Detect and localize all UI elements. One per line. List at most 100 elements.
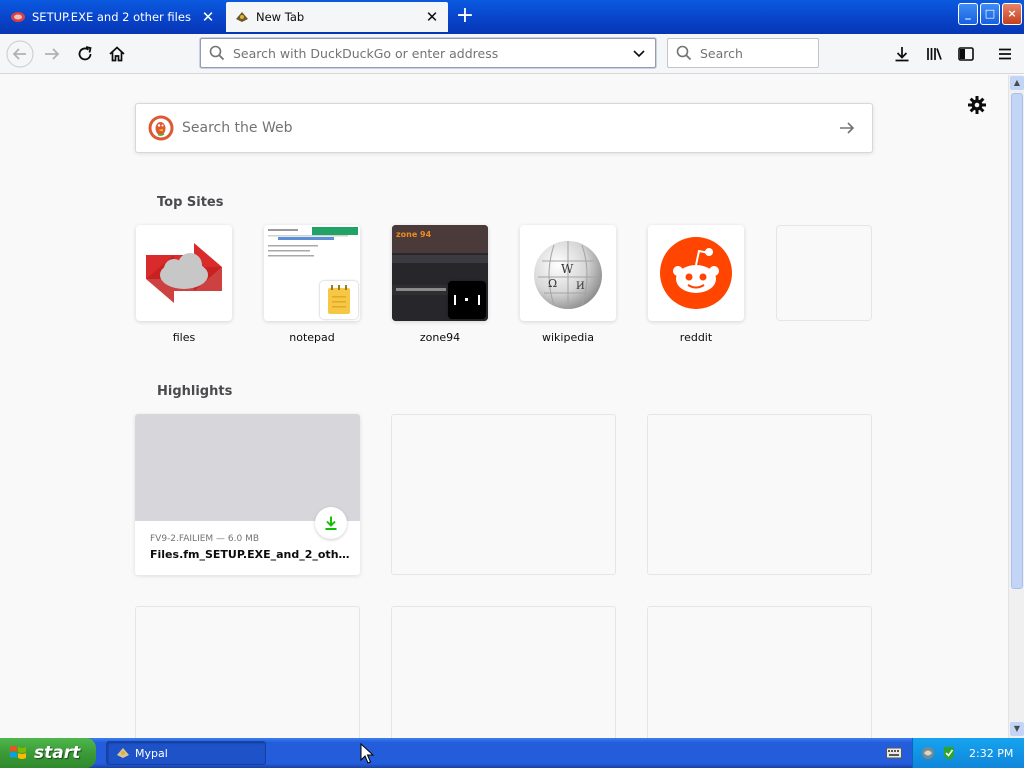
start-label: start xyxy=(34,743,81,763)
zone94-icon xyxy=(448,281,486,319)
site-thumbnail xyxy=(264,225,360,321)
close-tab-icon[interactable]: ✕ xyxy=(200,9,216,25)
new-tab-button[interactable]: + xyxy=(452,4,478,30)
site-thumbnail: W Ω И xyxy=(520,225,616,321)
empty-highlight-card xyxy=(647,606,872,738)
sidebar-icon xyxy=(958,47,974,61)
nav-toolbar xyxy=(0,34,1024,74)
highlights-heading: Highlights xyxy=(157,384,233,399)
files-fm-logo-icon xyxy=(146,243,222,303)
top-sites-heading: Top Sites xyxy=(157,195,224,210)
top-site-tile[interactable]: files xyxy=(136,225,232,344)
title-bar: SETUP.EXE and 2 other files | Files.fm ✕… xyxy=(0,0,1024,34)
start-button[interactable]: start xyxy=(0,738,96,768)
arrow-right-icon xyxy=(840,122,855,134)
home-icon xyxy=(109,46,125,62)
menu-button[interactable] xyxy=(991,40,1019,68)
clock[interactable]: 2:32 PM xyxy=(969,747,1013,760)
close-window-button[interactable]: × xyxy=(1002,3,1022,25)
back-button[interactable] xyxy=(6,40,34,68)
hamburger-menu-icon xyxy=(999,48,1011,60)
tab-title: New Tab xyxy=(256,10,305,24)
highlight-preview xyxy=(135,414,360,521)
svg-text:W: W xyxy=(561,262,574,276)
url-bar[interactable] xyxy=(200,38,656,68)
search-input[interactable] xyxy=(700,41,818,65)
back-arrow-icon xyxy=(6,40,34,68)
top-site-tile[interactable]: zone 94 zone94 xyxy=(392,225,488,344)
top-site-tile[interactable]: W Ω И wikipedia xyxy=(520,225,616,344)
mypal-favicon-icon xyxy=(236,12,248,22)
gear-icon[interactable] xyxy=(966,94,988,116)
highlight-title: Files.fm_SETUP.EXE_and_2_other_files xyxy=(150,548,350,561)
reddit-logo-icon xyxy=(660,237,732,309)
downloads-button[interactable] xyxy=(888,40,916,68)
scroll-up-arrow-icon[interactable]: ▲ xyxy=(1010,76,1024,90)
search-submit-button[interactable] xyxy=(832,113,862,143)
tab-title: SETUP.EXE and 2 other files | Files.fm xyxy=(32,10,196,24)
reload-icon xyxy=(78,46,92,61)
taskbar-item-label: Mypal xyxy=(135,746,168,760)
web-search-input[interactable] xyxy=(182,113,832,143)
mypal-app-icon xyxy=(117,748,129,758)
reload-button[interactable] xyxy=(71,40,99,68)
search-icon xyxy=(205,41,229,65)
maximize-button[interactable]: □ xyxy=(980,3,1000,25)
tab-new-tab[interactable]: New Tab ✕ xyxy=(226,2,448,32)
system-tray: 2:32 PM xyxy=(912,738,1024,768)
empty-top-site-tile[interactable] xyxy=(776,225,872,331)
svg-text:Ω: Ω xyxy=(548,277,557,290)
site-thumbnail: zone 94 xyxy=(392,225,488,321)
site-thumbnail xyxy=(648,225,744,321)
search-bar[interactable] xyxy=(667,38,819,68)
site-label: reddit xyxy=(679,331,713,344)
web-search-box[interactable] xyxy=(135,103,873,153)
empty-highlight-card xyxy=(135,606,360,738)
svg-text:И: И xyxy=(576,281,585,292)
windows-taskbar: start Mypal 2:32 PM xyxy=(0,738,1024,768)
highlight-card[interactable]: FV9-2.FAILIEM — 6.0 MB Files.fm_SETUP.EX… xyxy=(135,414,360,575)
duckduckgo-logo-icon xyxy=(148,115,174,141)
site-label: notepad xyxy=(289,331,335,344)
forward-arrow-icon xyxy=(45,48,60,60)
close-tab-icon[interactable]: ✕ xyxy=(424,9,440,25)
files-fm-favicon-icon xyxy=(11,12,25,22)
vertical-scrollbar[interactable]: ▲ ▼ xyxy=(1008,75,1024,738)
highlight-meta: FV9-2.FAILIEM — 6.0 MB xyxy=(150,534,260,544)
network-icon[interactable] xyxy=(921,745,937,761)
svg-text:zone 94: zone 94 xyxy=(396,230,432,239)
notepad-icon xyxy=(320,281,358,319)
keyboard-layout-icon[interactable] xyxy=(886,746,902,760)
window-controls: _ □ × xyxy=(958,3,1022,25)
site-thumbnail xyxy=(776,225,872,321)
security-shield-icon[interactable] xyxy=(941,745,957,761)
chevron-down-icon[interactable] xyxy=(627,41,651,65)
minimize-button[interactable]: _ xyxy=(958,3,978,25)
site-label: zone94 xyxy=(419,331,461,344)
download-badge xyxy=(315,507,347,539)
forward-button[interactable] xyxy=(38,40,66,68)
taskbar-item-mypal[interactable]: Mypal xyxy=(106,741,266,765)
wikipedia-globe-icon: W Ω И xyxy=(534,241,602,309)
site-thumbnail xyxy=(136,225,232,321)
library-icon xyxy=(927,48,942,60)
library-button[interactable] xyxy=(920,40,948,68)
scrollbar-thumb[interactable] xyxy=(1011,93,1023,589)
download-icon xyxy=(895,47,909,62)
site-label: files xyxy=(172,331,196,344)
scroll-down-arrow-icon[interactable]: ▼ xyxy=(1010,722,1024,736)
url-input[interactable] xyxy=(233,41,627,65)
search-icon xyxy=(672,41,696,65)
mouse-cursor-icon xyxy=(360,743,374,764)
top-site-tile[interactable]: reddit xyxy=(648,225,744,344)
empty-highlight-card xyxy=(391,414,616,575)
download-icon xyxy=(325,516,337,530)
top-site-tile[interactable]: notepad xyxy=(264,225,360,344)
tab-files[interactable]: SETUP.EXE and 2 other files | Files.fm ✕ xyxy=(2,2,224,32)
home-button[interactable] xyxy=(103,40,131,68)
sidebar-button[interactable] xyxy=(952,40,980,68)
site-label: wikipedia xyxy=(541,331,594,344)
empty-highlight-card xyxy=(647,414,872,575)
windows-logo-icon xyxy=(10,746,26,759)
empty-highlight-card xyxy=(391,606,616,738)
